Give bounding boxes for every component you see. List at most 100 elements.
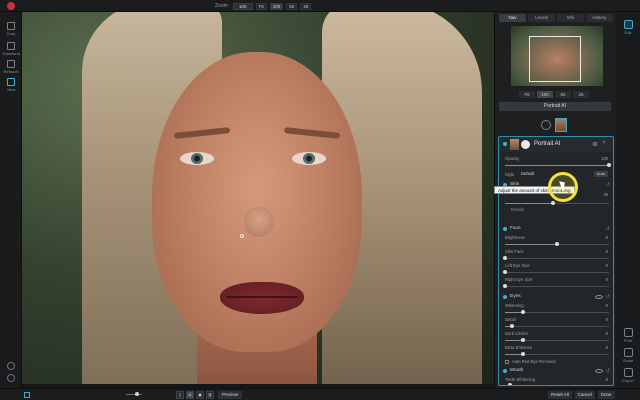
image-canvas[interactable]	[22, 12, 494, 384]
view-split-button[interactable]: ▣	[196, 391, 204, 399]
tool-crop[interactable]: Crop	[0, 22, 22, 36]
view-icon	[7, 78, 15, 86]
teeth-whitening-label: Teeth Whitening	[505, 377, 536, 382]
filmstrip-icon[interactable]	[24, 392, 30, 398]
zoom-50-button[interactable]: 50	[286, 2, 298, 10]
tab-levels[interactable]: Levels	[528, 14, 555, 22]
zoom-select[interactable]: 100	[232, 2, 253, 10]
auto-red-eye-checkbox[interactable]: Auto Red Eye Removal	[505, 359, 556, 364]
photo-right-eye	[292, 152, 326, 165]
eye-icon[interactable]	[595, 369, 603, 373]
reset-icon[interactable]: ↺	[606, 368, 610, 374]
dark-circles-slider[interactable]	[505, 338, 609, 342]
nav-zoom-fit[interactable]: Fit	[519, 91, 535, 98]
photo-lip-line	[226, 296, 298, 298]
mask-icon[interactable]	[521, 140, 530, 149]
share-icon	[623, 348, 633, 357]
detail-value: 0	[605, 317, 608, 322]
add-face-icon[interactable]	[541, 120, 551, 130]
skin-amount-slider[interactable]	[505, 201, 609, 205]
brightness-slider[interactable]	[505, 242, 609, 246]
print-icon	[623, 328, 633, 337]
module-share[interactable]: Share	[616, 348, 640, 363]
face-title: Face	[510, 226, 521, 231]
module-edit[interactable]: Edit	[616, 20, 640, 35]
cancel-button[interactable]: Cancel	[574, 391, 595, 399]
reset-all-button[interactable]: Reset All	[548, 391, 572, 399]
skin-details-toggle[interactable]: Details	[511, 207, 524, 212]
checkbox-icon[interactable]	[505, 359, 509, 364]
navigator-view-rect[interactable]	[529, 36, 581, 82]
left-eye-size-value: 0	[605, 263, 608, 268]
close-icon[interactable]: ×	[602, 140, 606, 146]
reset-icon[interactable]: ↺	[606, 182, 610, 188]
module-rail: Edit Print Share Export	[616, 12, 640, 388]
retouch-icon	[7, 60, 15, 68]
detail-slider[interactable]	[505, 324, 609, 328]
reset-icon[interactable]: ↺	[606, 294, 610, 300]
slim-face-label: Slim Face	[505, 249, 524, 254]
module-label: Share	[622, 358, 634, 363]
portrait-ai-button[interactable]: Portrait AI	[499, 102, 611, 111]
panel-tabs: Nav Levels Info History	[499, 14, 613, 22]
eyes-section-header[interactable]: Eyes ↺	[501, 293, 613, 301]
tool-transform[interactable]: Transform	[0, 42, 22, 56]
face-section-header[interactable]: Face ↺	[501, 225, 613, 233]
left-eye-size-slider[interactable]	[503, 270, 609, 274]
left-eye-size-label: Left Eye Size	[505, 263, 530, 268]
brow-enhance-slider[interactable]	[505, 352, 609, 356]
opacity-label: Opacity	[505, 156, 520, 161]
navigator-thumbnail[interactable]	[511, 26, 603, 86]
brow-enhance-label: Brow Enhance	[505, 345, 533, 350]
thumbnail-size-slider[interactable]	[126, 392, 142, 396]
view-single-button[interactable]: ▯	[176, 391, 184, 399]
auto-button[interactable]: Auto	[594, 171, 608, 177]
mouth-section-header[interactable]: Mouth ↺	[501, 367, 613, 375]
nav-zoom-25[interactable]: 25	[573, 91, 589, 98]
mouth-toggle-icon[interactable]	[503, 369, 507, 373]
brow-enhance-value: 0	[605, 345, 608, 350]
app-logo-icon[interactable]	[7, 2, 15, 10]
left-tool-rail: Crop Transform Retouch View	[0, 12, 22, 388]
view-compare-button[interactable]: A	[186, 391, 194, 399]
mouth-title: Mouth	[510, 368, 524, 373]
eye-icon[interactable]	[595, 295, 603, 299]
zoom-25-button[interactable]: 25	[300, 2, 312, 10]
teeth-whitening-slider[interactable]	[508, 383, 513, 385]
gear-icon[interactable]	[593, 142, 597, 146]
mask-icon[interactable]	[7, 362, 15, 370]
right-eye-size-slider[interactable]	[503, 284, 609, 288]
preset-thumbnail-icon[interactable]	[510, 139, 519, 150]
tool-label: View	[6, 87, 16, 92]
zoom-fit-button[interactable]: Fit	[255, 2, 267, 10]
enable-toggle-icon[interactable]	[503, 142, 507, 146]
tool-view[interactable]: View	[0, 78, 22, 92]
view-mode-buttons: ▯ A ▣ ▥	[176, 391, 214, 399]
opacity-value: 100	[601, 156, 608, 161]
eyes-toggle-icon[interactable]	[503, 295, 507, 299]
crop-icon	[7, 22, 15, 30]
nav-zoom-50[interactable]: 50	[555, 91, 571, 98]
tab-history[interactable]: History	[586, 14, 613, 22]
face-toggle-icon[interactable]	[503, 227, 507, 231]
module-export[interactable]: Export	[616, 368, 640, 383]
zoom-100-button[interactable]: 100	[269, 2, 284, 10]
slim-face-slider[interactable]	[503, 256, 609, 260]
help-icon[interactable]	[7, 374, 15, 382]
view-side-button[interactable]: ▥	[206, 391, 214, 399]
preview-button[interactable]: Preview	[218, 391, 242, 399]
tab-nav[interactable]: Nav	[499, 14, 526, 22]
face-thumbnail-icon[interactable]	[555, 118, 567, 132]
reset-icon[interactable]: ↺	[606, 226, 610, 232]
opacity-slider[interactable]	[505, 163, 611, 167]
tab-info[interactable]: Info	[557, 14, 584, 22]
done-button[interactable]: Done	[597, 391, 615, 399]
nav-zoom-100[interactable]: 100	[537, 91, 553, 98]
right-eye-size-value: 0	[605, 277, 608, 282]
tool-retouch[interactable]: Retouch	[0, 60, 22, 74]
module-print[interactable]: Print	[616, 328, 640, 343]
eyes-title: Eyes	[510, 294, 521, 299]
bottom-bar: ▯ A ▣ ▥ Preview Reset All Cancel Done	[0, 388, 640, 400]
style-label: Style	[505, 172, 515, 177]
whitening-slider[interactable]	[505, 310, 609, 314]
